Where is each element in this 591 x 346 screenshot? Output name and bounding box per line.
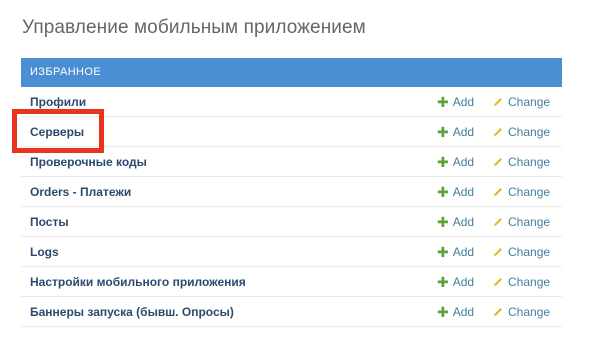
model-link-launch-banners[interactable]: Баннеры запуска (бывш. Опросы) (30, 305, 234, 319)
module-header[interactable]: ИЗБРАННОЕ (21, 58, 562, 87)
model-link-verification-codes[interactable]: Проверочные коды (30, 155, 147, 169)
change-label: Change (508, 304, 551, 319)
change-label: Change (508, 214, 551, 229)
add-button-orders[interactable]: ✚ Add (437, 185, 474, 199)
plus-icon: ✚ (437, 273, 449, 290)
pencil-icon (494, 307, 502, 316)
model-link-logs[interactable]: Logs (30, 245, 59, 259)
change-label: Change (508, 154, 551, 169)
change-button-posts[interactable]: Change (493, 215, 550, 229)
list-item-verification-codes: Проверочные коды ✚ Add Change (21, 147, 562, 177)
add-button-launch-banners[interactable]: ✚ Add (437, 305, 474, 319)
pencil-icon (494, 97, 502, 106)
favorites-module: ИЗБРАННОЕ Профили ✚ Add Change Серверы ✚… (21, 58, 562, 327)
module-list: Профили ✚ Add Change Серверы ✚ Add Chang… (21, 87, 562, 327)
add-label: Add (452, 94, 475, 109)
change-button-logs[interactable]: Change (493, 245, 550, 259)
add-label: Add (452, 184, 475, 199)
add-label: Add (452, 274, 475, 289)
change-label: Change (508, 184, 551, 199)
list-item-profiles: Профили ✚ Add Change (21, 87, 562, 117)
change-label: Change (508, 94, 551, 109)
add-label: Add (452, 244, 475, 259)
change-label: Change (508, 274, 551, 289)
add-label: Add (452, 214, 475, 229)
model-link-app-settings[interactable]: Настройки мобильного приложения (30, 275, 246, 289)
change-button-app-settings[interactable]: Change (493, 275, 550, 289)
plus-icon: ✚ (437, 93, 449, 110)
list-item-servers: Серверы ✚ Add Change (21, 117, 562, 147)
change-button-orders[interactable]: Change (493, 185, 550, 199)
model-link-orders[interactable]: Orders - Платежи (30, 185, 131, 199)
pencil-icon (494, 127, 502, 136)
add-button-logs[interactable]: ✚ Add (437, 245, 474, 259)
change-button-verification-codes[interactable]: Change (493, 155, 550, 169)
add-button-posts[interactable]: ✚ Add (437, 215, 474, 229)
list-item-launch-banners: Баннеры запуска (бывш. Опросы) ✚ Add Cha… (21, 297, 562, 327)
plus-icon: ✚ (437, 303, 449, 320)
add-button-profiles[interactable]: ✚ Add (437, 95, 474, 109)
model-link-profiles[interactable]: Профили (30, 95, 86, 109)
pencil-icon (494, 187, 502, 196)
pencil-icon (494, 217, 502, 226)
change-button-servers[interactable]: Change (493, 125, 550, 139)
change-label: Change (508, 244, 551, 259)
list-item-orders: Orders - Платежи ✚ Add Change (21, 177, 562, 207)
add-button-app-settings[interactable]: ✚ Add (437, 275, 474, 289)
add-label: Add (452, 304, 475, 319)
add-button-servers[interactable]: ✚ Add (437, 125, 474, 139)
model-link-posts[interactable]: Посты (30, 215, 69, 229)
list-item-logs: Logs ✚ Add Change (21, 237, 562, 267)
add-label: Add (452, 154, 475, 169)
change-label: Change (508, 124, 551, 139)
pencil-icon (494, 247, 502, 256)
plus-icon: ✚ (437, 243, 449, 260)
plus-icon: ✚ (437, 183, 449, 200)
pencil-icon (494, 157, 502, 166)
list-item-posts: Посты ✚ Add Change (21, 207, 562, 237)
add-label: Add (452, 124, 475, 139)
page-title: Управление мобильным приложением (22, 17, 366, 38)
change-button-launch-banners[interactable]: Change (493, 305, 550, 319)
plus-icon: ✚ (437, 123, 449, 140)
plus-icon: ✚ (437, 213, 449, 230)
add-button-verification-codes[interactable]: ✚ Add (437, 155, 474, 169)
plus-icon: ✚ (437, 153, 449, 170)
model-link-servers[interactable]: Серверы (30, 125, 84, 139)
list-item-app-settings: Настройки мобильного приложения ✚ Add Ch… (21, 267, 562, 297)
pencil-icon (494, 277, 502, 286)
change-button-profiles[interactable]: Change (493, 95, 550, 109)
